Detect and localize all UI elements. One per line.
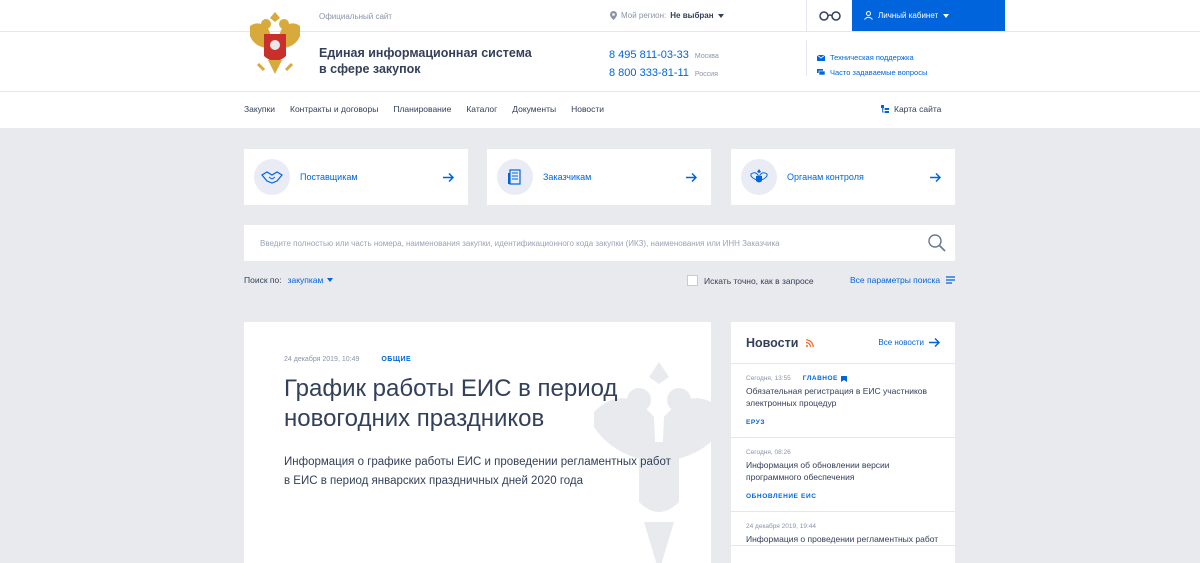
- rss-icon[interactable]: [806, 338, 815, 347]
- phone-city-russia: Россия: [694, 71, 718, 78]
- sitemap-link[interactable]: Карта сайта: [881, 104, 941, 114]
- chevron-down-icon: [943, 13, 950, 18]
- news-item[interactable]: Сегодня, 08:26 Информация об обновлении …: [731, 438, 955, 512]
- card-customers[interactable]: Заказчикам: [487, 149, 711, 205]
- search-input[interactable]: [260, 238, 910, 248]
- document-building-icon: [497, 159, 533, 195]
- mail-icon: [817, 54, 825, 61]
- search-by: Поиск по: закупкам: [244, 275, 334, 285]
- nav-menu: Закупки Контракты и договоры Планировани…: [244, 104, 604, 114]
- article-summary: Информация о графике работы ЕИС и провед…: [284, 456, 671, 487]
- all-news-label: Все новости: [878, 338, 924, 347]
- all-search-params-label: Все параметры поиска: [850, 275, 941, 285]
- emblem-icon: [741, 159, 777, 195]
- phone-numbers: 8 495 811-03-33 Москва 8 800 333-81-11 Рос…: [609, 47, 719, 83]
- search-icon[interactable]: [928, 234, 946, 252]
- handshake-icon: [254, 159, 290, 195]
- nav-item-contracts[interactable]: Контракты и договоры: [290, 104, 378, 114]
- news-item[interactable]: Сегодня, 13:55 ГЛАВНОЕ Обязательная реги…: [731, 364, 955, 438]
- card-customers-label: Заказчикам: [543, 172, 592, 182]
- header-divider: [806, 40, 807, 76]
- sitemap-label: Карта сайта: [894, 104, 942, 114]
- phone-number-moscow[interactable]: 8 495 811-03-33: [609, 49, 689, 61]
- article-date: 24 декабря 2019, 10:49: [284, 356, 360, 363]
- news-item-text: Обязательная регистрация в ЕИС участнико…: [746, 386, 928, 408]
- news-item[interactable]: 24 декабря 2019, 19:44 Информация о пров…: [731, 512, 955, 546]
- search-box: [244, 225, 955, 261]
- card-control-bodies-label: Органам контроля: [787, 172, 864, 182]
- faq-label: Часто задаваемые вопросы: [830, 68, 928, 77]
- nav-item-planning[interactable]: Планирование: [393, 104, 451, 114]
- chevron-down-icon: [717, 13, 724, 18]
- phone-number-russia[interactable]: 8 800 333-81-11: [609, 67, 689, 79]
- tech-support-label: Техническая поддержка: [830, 53, 914, 62]
- chevron-down-icon: [327, 278, 334, 282]
- chat-icon: [817, 69, 825, 76]
- news-item-date: Сегодня, 13:55: [746, 375, 791, 382]
- news-title: Новости: [746, 335, 799, 350]
- phone-city-moscow: Москва: [694, 53, 719, 60]
- coat-of-arms-logo[interactable]: [244, 8, 306, 80]
- site-title-line2: в сфере закупок: [319, 62, 421, 76]
- featured-article[interactable]: 24 декабря 2019, 10:49 ОБЩИЕ График рабо…: [244, 322, 711, 563]
- top-bar: [0, 0, 1200, 32]
- news-item-date: Сегодня, 08:26: [746, 449, 791, 456]
- card-suppliers-label: Поставщикам: [300, 172, 358, 182]
- news-item-text: Информация об обновлении версии программ…: [746, 460, 890, 482]
- article-meta: 24 декабря 2019, 10:49 ОБЩИЕ: [284, 356, 411, 363]
- card-suppliers[interactable]: Поставщикам: [244, 149, 468, 205]
- exact-match-label: Искать точно, как в запросе: [704, 275, 814, 286]
- search-by-label: Поиск по:: [244, 275, 282, 285]
- article-title[interactable]: График работы ЕИС в период новогодних пр…: [284, 374, 644, 434]
- faq-link[interactable]: Часто задаваемые вопросы: [817, 65, 927, 80]
- search-by-value: закупкам: [287, 275, 324, 285]
- site-title-line1: Единая информационная система: [319, 46, 532, 60]
- filter-lines-icon: [946, 276, 956, 284]
- news-item-tag[interactable]: ЕРУЗ: [746, 419, 940, 437]
- news-header: Новости Все новости: [731, 322, 955, 364]
- flag-icon: [840, 375, 847, 382]
- sitemap-icon: [881, 104, 889, 113]
- location-pin-icon: [610, 11, 617, 20]
- card-control-bodies[interactable]: Органам контроля: [731, 149, 955, 205]
- personal-account-label: Личный кабинет: [878, 11, 939, 20]
- user-icon: [864, 11, 873, 20]
- accessibility-button[interactable]: [806, 0, 852, 32]
- news-item-text: Информация о проведении регламентных раб…: [746, 534, 939, 544]
- glasses-icon: [818, 11, 841, 21]
- all-search-params-link[interactable]: Все параметры поиска: [850, 275, 956, 285]
- search-by-dropdown[interactable]: закупкам: [288, 275, 334, 285]
- checkbox[interactable]: [687, 275, 698, 286]
- all-news-link[interactable]: Все новости: [878, 338, 940, 347]
- news-item-badge: ГЛАВНОЕ: [803, 375, 847, 382]
- news-item-tag[interactable]: ОБНОВЛЕНИЕ ЕИС: [746, 493, 940, 511]
- exact-match-checkbox[interactable]: Искать точно, как в запросе: [687, 275, 814, 286]
- region-value[interactable]: Не выбран: [670, 11, 713, 20]
- support-links: Техническая поддержка Часто задаваемые в…: [817, 50, 927, 80]
- news-panel: Новости Все новости Сегодня, 13:55 ГЛАВН…: [731, 322, 955, 563]
- news-item-date: 24 декабря 2019, 19:44: [746, 523, 816, 530]
- arrow-right-icon: [443, 172, 454, 182]
- region-selector[interactable]: Мой регион: Не выбран: [610, 11, 724, 20]
- arrow-right-icon: [686, 172, 697, 182]
- arrow-right-icon: [929, 338, 940, 347]
- nav-item-news[interactable]: Новости: [571, 104, 604, 114]
- header: [0, 32, 1200, 92]
- news-item-badge-label: ГЛАВНОЕ: [802, 375, 838, 382]
- nav-item-catalog[interactable]: Каталог: [466, 104, 497, 114]
- personal-account-button[interactable]: Личный кабинет: [852, 0, 1005, 31]
- site-title[interactable]: Единая информационная система в сфере за…: [319, 45, 532, 77]
- region-label: Мой регион:: [621, 11, 667, 20]
- official-site-label: Официальный сайт: [319, 12, 393, 21]
- nav-item-documents[interactable]: Документы: [512, 104, 556, 114]
- nav-item-purchases[interactable]: Закупки: [244, 104, 275, 114]
- article-tag[interactable]: ОБЩИЕ: [381, 356, 411, 363]
- tech-support-link[interactable]: Техническая поддержка: [817, 50, 927, 65]
- arrow-right-icon: [930, 172, 941, 182]
